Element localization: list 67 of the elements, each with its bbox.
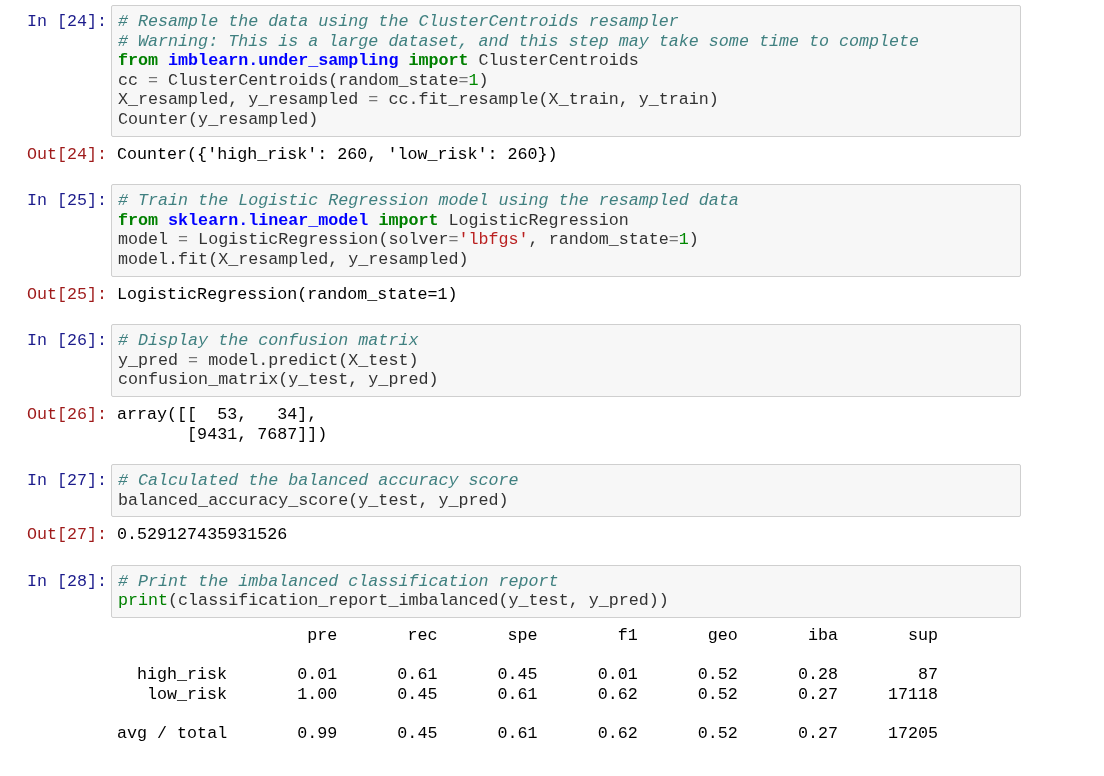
output-line: 0.529127435931526 <box>117 525 289 545</box>
code-line: balanced_accuracy_score(y_test, y_pred) <box>118 490 510 511</box>
table-cell-text: 0.01 <box>296 665 338 685</box>
code-input[interactable]: # Calculated the balanced accuracy score balanced_accuracy_score(y_test, y_pred) <box>111 464 1021 518</box>
table-cell-text: 1.00 <box>296 684 338 705</box>
output-line: LogisticRegression(random_state=1) <box>117 284 459 305</box>
column-header: geo <box>706 626 738 646</box>
column-header: spe <box>506 626 538 646</box>
code-line: # Warning: This is a large dataset, and this step may take some time to complete <box>118 31 921 52</box>
input-prompt: In [27]: <box>25 470 108 491</box>
table-cell-text: 0.62 <box>596 724 638 744</box>
table-cell-text: 0.62 <box>596 684 638 705</box>
code-line: # Train the Logistic Regression model using the resampled data <box>118 191 740 211</box>
table-cell-text: 17205 <box>887 724 939 744</box>
column-header: iba <box>806 626 838 646</box>
table-cell-text: 0.52 <box>696 684 738 705</box>
column-header: pre <box>306 626 338 646</box>
code-line: # Print the imbalanced classification report <box>118 571 560 592</box>
table-cell-text: 0.27 <box>796 684 838 705</box>
column-header: sup <box>907 626 939 646</box>
row-label: low_risk <box>146 684 228 705</box>
code-line: cc = ClusterCentroids(random_state=1) <box>118 70 490 91</box>
table-cell-text: 0.52 <box>696 724 738 744</box>
code-line: model.fit(X_resampled, y_resampled) <box>118 249 470 270</box>
code-line: from imblearn.under_sampling import ClusterCentroids <box>118 51 640 71</box>
table-cell-text: 0.45 <box>396 684 438 705</box>
table-cell-text: 0.27 <box>796 724 838 744</box>
input-prompt: In [24]: <box>25 11 108 32</box>
input-prompt: In [26]: <box>25 330 108 351</box>
code-line: print(classification_report_imbalanced(y_test, y_pred)) <box>118 591 670 612</box>
code-input[interactable]: # Print the imbalanced classification report print(classification_report_imbalanced(y_test, y_pred)) <box>111 564 1021 619</box>
code-line: y_pred = model.predict(X_test) <box>118 350 420 371</box>
code-input[interactable] <box>111 5 1021 137</box>
row-label: avg / total <box>117 724 228 744</box>
column-header: f1 <box>616 626 638 646</box>
input-prompt: In [28]: <box>25 570 108 592</box>
code-line: model = LogisticRegression(solver='lbfgs', random_state=1) <box>118 230 700 250</box>
table-cell-text: 0.45 <box>496 665 538 685</box>
table-cell-text: 0.61 <box>396 665 438 685</box>
code-input[interactable]: # Display the confusion matrix y_pred = model.predict(X_test) confusion_matrix(y_test, y_pred) <box>111 324 1021 397</box>
row-label: high_risk <box>136 665 228 685</box>
output-prompt: Out[24]: <box>25 144 108 165</box>
table-cell-text: 17118 <box>887 684 939 705</box>
code-line: # Resample the data using the ClusterCentroids resampler <box>118 12 680 32</box>
output-line: array([[ 53, 34], <box>117 404 319 425</box>
table-cell-text: 0.61 <box>496 684 538 705</box>
code-line: Counter(y_resampled) <box>118 109 320 130</box>
output-prompt: Out[26]: <box>25 404 108 425</box>
table-cell-text: 0.61 <box>496 724 538 744</box>
table-cell-text: 0.52 <box>696 665 738 685</box>
code-line: X_resampled, y_resampled = cc.fit_resample(X_train, y_train) <box>118 90 720 110</box>
output-line: [9431, 7687]]) <box>186 424 329 445</box>
table-cell-text: 87 <box>917 665 939 685</box>
code-line: # Calculated the balanced accuracy score <box>118 471 520 491</box>
table-cell-text: 0.99 <box>296 724 338 744</box>
output-prompt: Out[27]: <box>25 525 108 545</box>
table-cell-text: 0.01 <box>596 665 638 685</box>
output-line: Counter({'high_risk': 260, 'low_risk': 260}) <box>117 144 559 165</box>
code-line: from sklearn.linear_model import LogisticRegression <box>118 210 630 231</box>
column-header: rec <box>406 626 438 646</box>
code-input[interactable] <box>111 184 1021 277</box>
input-prompt: In [25]: <box>25 190 108 211</box>
code-line: # Display the confusion matrix <box>118 331 420 351</box>
output-prompt: Out[25]: <box>25 284 108 305</box>
table-cell-text: 0.45 <box>396 724 438 744</box>
table-cell-text: 0.28 <box>796 665 838 685</box>
code-line: confusion_matrix(y_test, y_pred) <box>118 370 440 390</box>
